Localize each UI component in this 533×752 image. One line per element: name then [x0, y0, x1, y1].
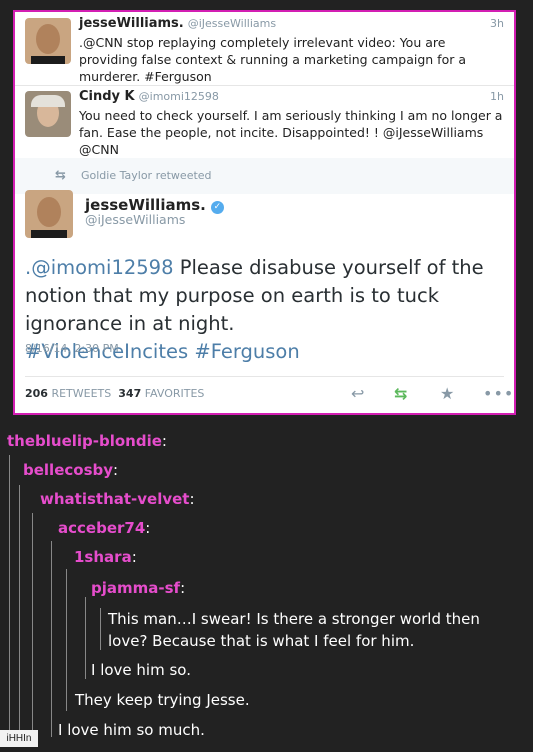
- reblog-username[interactable]: whatisthat-velvet:: [40, 488, 195, 510]
- mention-link[interactable]: .@imomi12598: [25, 256, 174, 279]
- tweet-text: You need to check yourself. I am serious…: [79, 108, 503, 157]
- tweet-text: .@CNN stop replaying completely irreleva…: [79, 35, 467, 84]
- hashtag-link[interactable]: #Ferguson: [194, 340, 299, 363]
- reblog-comment: I love him so much.: [58, 721, 205, 739]
- thread-line: [100, 608, 101, 650]
- reblog-comment: This man…I swear! Is there a stronger wo…: [108, 610, 480, 650]
- avatar: [25, 91, 71, 137]
- thread-line: [85, 597, 86, 679]
- tweet-handle[interactable]: @iJesseWilliams: [188, 17, 276, 30]
- retweet-count[interactable]: 206: [25, 387, 48, 400]
- thread-line: [51, 541, 52, 737]
- star-icon[interactable]: ★: [440, 384, 454, 403]
- verified-icon: ✓: [210, 201, 224, 214]
- thread-line: [9, 455, 10, 745]
- retweet-icon: ⇆: [55, 168, 66, 183]
- tweet-author[interactable]: jesseWilliams. @iJesseWilliams: [79, 16, 276, 31]
- reply-icon[interactable]: ↩: [351, 384, 364, 403]
- tweet-jesse-williams: jesseWilliams. @iJesseWilliams 3h .@CNN s…: [15, 12, 514, 86]
- watermark-badge: iHHIn: [0, 730, 38, 747]
- reblog-username[interactable]: thebluelip-blondie:: [7, 430, 167, 452]
- thread-line: [32, 513, 33, 745]
- reblog-comment: They keep trying Jesse.: [75, 691, 250, 709]
- tweet-stats: 206 RETWEETS 347 FAVORITES: [25, 387, 205, 400]
- retweeted-by[interactable]: Goldie Taylor retweeted: [81, 169, 212, 182]
- thread-line: [66, 569, 67, 711]
- tweet-handle[interactable]: @imomi12598: [139, 90, 219, 103]
- favorite-count[interactable]: 347: [118, 387, 141, 400]
- reblog-username[interactable]: 1shara:: [74, 546, 137, 568]
- reblog-comment: I love him so.: [91, 661, 191, 679]
- tweet-screenshot: jesseWilliams. @iJesseWilliams 3h .@CNN s…: [13, 10, 516, 415]
- retweet-icon[interactable]: ⇆: [394, 384, 407, 403]
- avatar[interactable]: [25, 190, 73, 238]
- reblog-username[interactable]: bellecosby:: [23, 459, 118, 481]
- avatar: [25, 18, 71, 64]
- tweet-time[interactable]: 3h: [490, 17, 504, 30]
- tweet-cindy-k: Cindy K @imomi12598 1h You need to check …: [15, 85, 514, 159]
- reblog-username[interactable]: acceber74:: [58, 517, 150, 539]
- tweet-author[interactable]: Cindy K @imomi12598: [79, 89, 219, 104]
- main-tweet-handle[interactable]: @iJesseWilliams: [85, 212, 185, 227]
- thread-line: [19, 485, 20, 745]
- retweet-context: ⇆ Goldie Taylor retweeted: [15, 158, 514, 194]
- reblog-username[interactable]: pjamma-sf:: [91, 577, 185, 599]
- more-icon[interactable]: •••: [483, 384, 514, 403]
- tweet-date: 8/16/14, 2:30 PM: [25, 342, 119, 355]
- tweet-time[interactable]: 1h: [490, 90, 504, 103]
